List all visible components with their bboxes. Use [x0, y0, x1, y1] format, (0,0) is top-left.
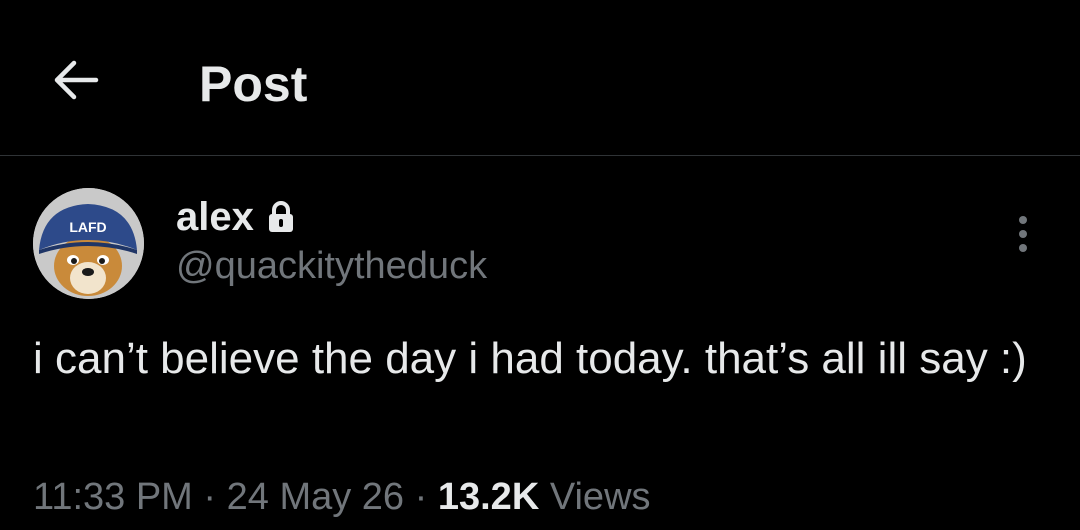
display-name[interactable]: alex: [176, 194, 254, 240]
top-bar: Post: [0, 0, 1080, 156]
views-count: 13.2K: [437, 476, 540, 518]
post-date[interactable]: 24 May 26: [227, 476, 404, 518]
views-label: Views: [549, 476, 651, 518]
more-vertical-icon: [1019, 216, 1027, 224]
avatar-image: LAFD: [33, 188, 144, 299]
more-options-button[interactable]: [1000, 204, 1046, 264]
page-title: Post: [199, 56, 308, 112]
more-vertical-icon-dot: [1019, 244, 1027, 252]
meta-separator: ·: [203, 476, 217, 518]
author-name-row[interactable]: alex: [176, 194, 296, 240]
meta-separator: ·: [414, 476, 428, 518]
svg-text:LAFD: LAFD: [69, 219, 106, 235]
post-time[interactable]: 11:33 PM: [33, 476, 193, 518]
more-vertical-icon-dot: [1019, 230, 1027, 238]
post-text: i can’t believe the day i had today. tha…: [33, 334, 1027, 383]
author-handle[interactable]: @quackitytheduck: [176, 244, 487, 288]
back-button[interactable]: [46, 50, 106, 110]
avatar[interactable]: LAFD: [33, 188, 144, 299]
lock-icon: [266, 200, 296, 234]
arrow-left-icon: [54, 60, 99, 100]
post-meta: 11:33 PM · 24 May 26 · 13.2K Views: [33, 474, 651, 520]
